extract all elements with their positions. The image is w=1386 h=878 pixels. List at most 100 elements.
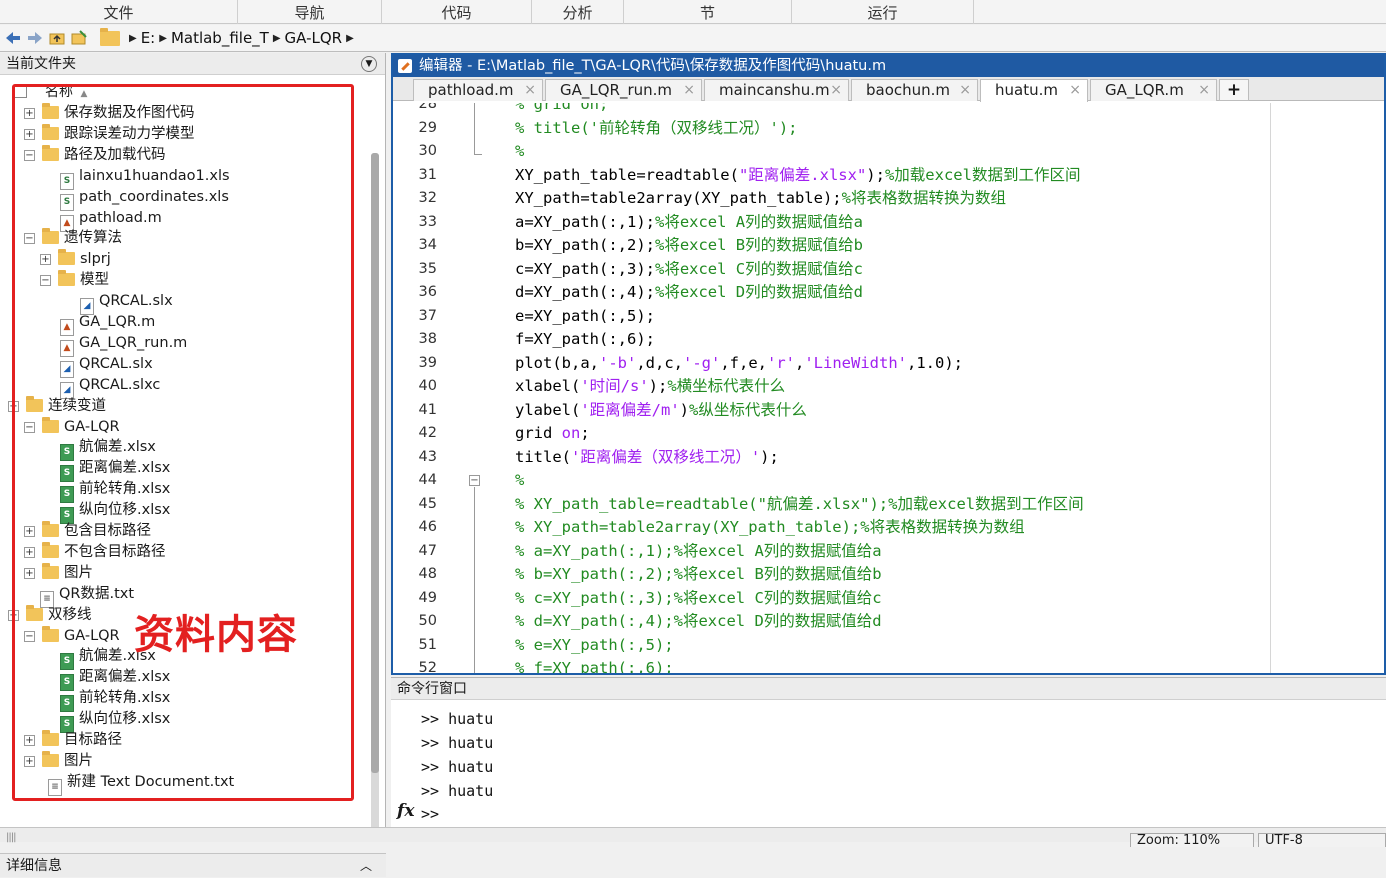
editor-tab[interactable]: baochun.m × — [851, 79, 978, 101]
menu-item[interactable]: 运行 — [792, 0, 974, 24]
expand-icon[interactable]: + — [24, 567, 35, 579]
scrollbar-thumb[interactable] — [371, 153, 379, 773]
code-line[interactable]: 49 % c=XY_path(:,3);%将excel C列的数据赋值给c — [393, 587, 1383, 611]
code-line[interactable]: 35 c=XY_path(:,3);%将excel C列的数据赋值给c — [393, 258, 1383, 282]
expand-icon[interactable]: + — [24, 128, 35, 140]
code-line[interactable]: 46 % XY_path=table2array(XY_path_table);%… — [393, 516, 1383, 540]
address-segment-matlab-file[interactable]: Matlab_file_T — [171, 29, 269, 47]
menu-item[interactable]: 导航 — [238, 0, 382, 24]
close-tab-icon[interactable]: × — [524, 80, 536, 100]
close-tab-icon[interactable]: × — [1198, 80, 1210, 100]
menu-item[interactable]: 文件 — [0, 0, 238, 24]
expand-icon[interactable]: + — [24, 108, 35, 119]
fx-icon[interactable]: fx — [397, 801, 414, 821]
code-line[interactable]: 37 e=XY_path(:,5); — [393, 305, 1383, 329]
code-line[interactable]: 30% — [393, 140, 1383, 164]
code-line[interactable]: 48 % b=XY_path(:,2);%将excel B列的数据赋值给b — [393, 563, 1383, 587]
editor-tab[interactable]: GA_LQR.m × — [1090, 79, 1217, 101]
line-number: 31 — [418, 166, 437, 183]
tree-item-label: GA_LQR.m — [79, 314, 156, 330]
folder-scrollbar[interactable] — [371, 153, 379, 833]
line-number: 43 — [418, 448, 437, 465]
line-number: 32 — [418, 190, 437, 206]
collapse-icon[interactable]: − — [40, 275, 51, 287]
expand-icon[interactable]: + — [24, 755, 35, 767]
details-panel-header[interactable]: 详细信息 ︿ — [0, 853, 386, 877]
tree-item-label: path_coordinates.xls — [79, 188, 229, 205]
line-number: 28 — [418, 103, 437, 112]
code-line[interactable]: 32 XY_path=table2array(XY_path_table);%将表… — [393, 187, 1383, 211]
name-column-header[interactable]: 名称 ▲ — [14, 81, 87, 101]
code-text: ylabel('距离偏差/m')%纵坐标代表什么 — [515, 399, 807, 423]
add-tab-button[interactable]: + — [1219, 79, 1249, 101]
code-line[interactable]: 52 % f=XY_path(:,6); — [393, 657, 1383, 673]
code-line[interactable]: 42 grid on; — [393, 422, 1383, 446]
code-text: % title('前轮转角（双移线工况）'); — [515, 117, 797, 141]
code-line[interactable]: 50 % d=XY_path(:,4);%将excel D列的数据赋值给d — [393, 610, 1383, 634]
collapse-icon[interactable]: − — [8, 400, 19, 412]
chevron-up-icon[interactable]: ︿ — [360, 854, 372, 878]
browse-folder-icon[interactable] — [70, 29, 88, 47]
tree-item-label: 纵向位移.xlsx — [79, 502, 171, 519]
select-all-checkbox[interactable] — [14, 85, 27, 98]
collapse-section-icon[interactable]: − — [469, 475, 480, 486]
folder-icon — [42, 541, 59, 558]
code-text: % — [515, 140, 524, 164]
close-tab-icon[interactable]: × — [1069, 80, 1081, 100]
code-line[interactable]: 39 plot(b,a,'-b',d,c,'-g',f,e,'r','LineWi… — [393, 352, 1383, 376]
panel-menu-icon[interactable]: ▼ — [361, 56, 377, 72]
up-folder-icon[interactable] — [48, 29, 66, 47]
expand-icon[interactable]: + — [24, 546, 35, 558]
code-token: ,f,e, — [720, 353, 767, 372]
editor-tab[interactable]: maincanshu.m × — [704, 79, 849, 101]
address-segment-ga-lqr[interactable]: GA-LQR — [285, 29, 343, 47]
code-line[interactable]: 45 % XY_path_table=readtable("航偏差.xlsx");… — [393, 493, 1383, 517]
code-line[interactable]: 40 xlabel('时间/s');%横坐标代表什么 — [393, 375, 1383, 399]
collapse-icon[interactable]: − — [24, 421, 35, 433]
close-tab-icon[interactable]: × — [830, 80, 842, 100]
expand-icon[interactable]: + — [24, 526, 35, 537]
collapse-icon[interactable]: − — [8, 609, 19, 621]
tree-item-label: QRCAL.slx — [79, 355, 153, 372]
code-line[interactable]: 36 d=XY_path(:,4);%将excel D列的数据赋值给d — [393, 281, 1383, 305]
command-prompt[interactable]: >> — [421, 805, 439, 823]
forward-arrow-icon[interactable] — [26, 29, 44, 47]
code-line[interactable]: 51 % e=XY_path(:,5); — [393, 634, 1383, 658]
code-text: xlabel('时间/s');%横坐标代表什么 — [515, 375, 785, 399]
chevron-right-icon[interactable]: ▶ — [346, 33, 354, 44]
menu-item[interactable]: 分析 — [532, 0, 624, 24]
code-token: ; — [580, 424, 590, 442]
editor-tab[interactable]: GA_LQR_run.m × — [545, 79, 702, 101]
code-area[interactable]: 28% grid on; 29% title('前轮转角（双移线工况）'); 30%… — [393, 103, 1384, 673]
code-line[interactable]: 43 title('距离偏差（双移线工况）'); — [393, 446, 1383, 470]
chevron-right-icon: ▶ — [272, 32, 281, 44]
menu-item[interactable]: 代码 — [382, 0, 532, 24]
close-tab-icon[interactable]: × — [959, 80, 971, 100]
tree-item-label: lainxu1huandao1.xls — [79, 167, 230, 184]
collapse-icon[interactable]: − — [24, 149, 35, 161]
back-arrow-icon[interactable] — [4, 29, 22, 47]
tree-item-label: 遗传算法 — [64, 230, 122, 247]
code-line[interactable]: 47 % a=XY_path(:,1);%将excel A列的数据赋值给a — [393, 540, 1383, 564]
code-line[interactable]: 34 b=XY_path(:,2);%将excel B列的数据赋值给b — [393, 234, 1383, 258]
command-window[interactable]: 命令行窗口 >> huatu >> huatu >> huatu >> huatu f… — [391, 677, 1386, 827]
code-line[interactable]: 41 ylabel('距离偏差/m')%纵坐标代表什么 — [393, 399, 1383, 423]
code-line[interactable]: 44% — [393, 469, 1383, 493]
expand-icon[interactable]: + — [24, 735, 35, 746]
collapse-icon[interactable]: − — [24, 630, 35, 642]
close-tab-icon[interactable]: × — [683, 80, 695, 100]
code-line[interactable]: 31 XY_path_table=readtable("距离偏差.xlsx");%… — [393, 164, 1383, 188]
editor-tab[interactable]: pathload.m × — [413, 79, 543, 101]
editor-tab[interactable]: huatu.m × — [980, 79, 1088, 102]
collapse-icon[interactable]: − — [24, 233, 35, 245]
code-line[interactable]: 29 % title('前轮转角（双移线工况）'); — [393, 117, 1383, 141]
code-line[interactable]: 38 f=XY_path(:,6); — [393, 328, 1383, 352]
folder-icon — [42, 750, 59, 767]
code-line[interactable]: 33 a=XY_path(:,1);%将excel A列的数据赋值给a — [393, 211, 1383, 235]
code-line[interactable]: 28 % grid on; — [393, 103, 1383, 117]
menu-item[interactable]: 节 — [624, 0, 792, 24]
address-segment-drive[interactable]: E: — [141, 29, 156, 47]
editor-tab-label: GA_LQR.m — [1105, 81, 1184, 99]
expand-icon[interactable]: + — [40, 254, 51, 266]
code-text: % f=XY_path(:,6); — [515, 657, 674, 673]
